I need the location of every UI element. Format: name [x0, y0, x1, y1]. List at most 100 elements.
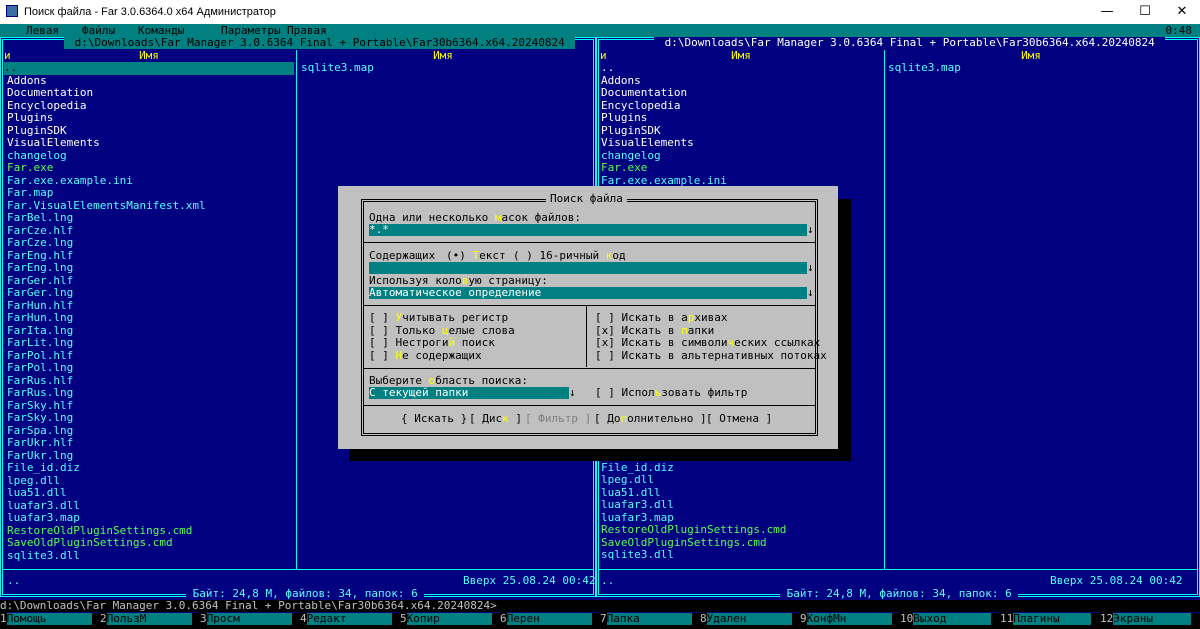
search-area-select[interactable]: С текущей папки	[369, 387, 569, 399]
contains-input[interactable]	[369, 262, 807, 274]
file-item[interactable]: luafar3.map	[7, 511, 80, 525]
codepage-dropdown-arrow-icon[interactable]: ↓	[807, 287, 814, 299]
fkey-1[interactable]: 1Помощь	[0, 612, 92, 625]
area-dropdown-arrow-icon[interactable]: ↓	[569, 387, 576, 399]
search-button[interactable]: { Искать }	[401, 413, 467, 425]
file-item[interactable]: VisualElements	[7, 136, 100, 150]
fkey-number: 11	[1000, 612, 1014, 625]
file-item[interactable]: FarLit.lng	[7, 336, 73, 350]
fkey-label: Перен	[506, 613, 592, 625]
file-item[interactable]: lua51.dll	[7, 486, 67, 500]
contains-label: Содержащих	[369, 249, 436, 262]
file-item[interactable]: ..	[601, 61, 614, 75]
dialog-separator-4	[364, 405, 815, 406]
fkey-8[interactable]: 8Удален	[700, 612, 792, 625]
file-item[interactable]: FarRus.lng	[7, 386, 73, 400]
whole-words-checkbox[interactable]: [ ] Только целые слова	[369, 324, 515, 337]
left-file-item-col2[interactable]: sqlite3.map	[301, 61, 374, 75]
fkey-7[interactable]: 7Папка	[600, 612, 692, 625]
fkey-3[interactable]: 3Просм	[200, 612, 292, 625]
left-col-header-name1: Имя	[139, 49, 159, 62]
fkey-6[interactable]: 6Перен	[500, 612, 592, 625]
fkey-9[interactable]: 9КонфМн	[800, 612, 892, 625]
use-filter-checkbox[interactable]: [ ] Использовать фильтр	[595, 387, 747, 399]
file-item[interactable]: Documentation	[601, 86, 687, 100]
dialog-separator-2	[364, 305, 815, 306]
contains-history-arrow-icon[interactable]: ↓	[807, 262, 814, 274]
fkey-2[interactable]: 2ПользМ	[100, 612, 192, 625]
hex-radio[interactable]: ( ) 16-ричный код	[513, 250, 626, 262]
file-item[interactable]: FarGer.lng	[7, 286, 73, 300]
fkey-label: Просм	[206, 613, 292, 625]
right-status-info: Вверх 25.08.24 00:42	[1050, 574, 1183, 587]
file-item[interactable]: luafar3.dll	[601, 498, 674, 512]
advanced-button[interactable]: [ Дополнительно ]	[594, 413, 707, 425]
fkey-number: 8	[700, 612, 707, 625]
fkey-10[interactable]: 10Выход	[900, 612, 992, 625]
text-radio[interactable]: (•) Текст	[446, 250, 506, 262]
fkey-label: Удален	[706, 613, 792, 625]
right-col-header-name1: Имя	[731, 49, 751, 62]
file-item[interactable]: sqlite3.dll	[601, 548, 674, 562]
file-item[interactable]: Far.map	[7, 186, 53, 200]
fkey-label: Редакт	[306, 613, 392, 625]
left-status-separator	[3, 569, 593, 570]
file-item[interactable]: Far.exe	[601, 161, 647, 175]
fuzzy-search-checkbox[interactable]: [ ] Нестрогий поиск	[369, 337, 495, 349]
fkey-number: 10	[900, 612, 914, 625]
file-item[interactable]: lpeg.dll	[601, 473, 654, 487]
fkey-5[interactable]: 5Копир	[400, 612, 492, 625]
not-containing-checkbox[interactable]: [ ] Не содержащих	[369, 349, 482, 362]
right-panel-path[interactable]: d:\Downloads\Far Manager 3.0.6364 Final …	[654, 37, 1166, 49]
fkey-number: 4	[300, 612, 307, 625]
left-status-name: ..	[7, 574, 21, 587]
fkey-number: 5	[400, 612, 407, 625]
fkey-number: 9	[800, 612, 807, 625]
file-item[interactable]: FarEng.lng	[7, 261, 73, 275]
drive-button[interactable]: [ Диск ]	[469, 413, 522, 425]
left-selected-item[interactable]: ..	[4, 61, 294, 75]
file-item[interactable]: Far.exe	[7, 161, 53, 175]
file-item[interactable]: FarUkr.hlf	[7, 436, 73, 450]
cancel-button[interactable]: [ Отмена ]	[706, 413, 772, 425]
maximize-button[interactable]: ☐	[1130, 2, 1160, 22]
file-item[interactable]: sqlite3.dll	[7, 549, 80, 563]
codepage-select[interactable]: Автоматическое определение	[369, 287, 807, 299]
left-panel-path[interactable]: d:\Downloads\Far Manager 3.0.6364 Final …	[64, 37, 576, 49]
file-item[interactable]: FarPol.lng	[7, 361, 73, 375]
fkey-label: Экраны	[1113, 613, 1192, 625]
file-item[interactable]: File_id.diz	[7, 461, 80, 475]
fkey-4[interactable]: 4Редакт	[300, 612, 392, 625]
file-item[interactable]: FarSky.lng	[7, 411, 73, 425]
file-item[interactable]: Plugins	[7, 111, 53, 125]
file-item[interactable]: FarHun.lng	[7, 311, 73, 325]
minimize-button[interactable]: —	[1092, 2, 1122, 22]
mask-input[interactable]: *.*	[369, 224, 807, 236]
menu-left[interactable]: Левая	[26, 24, 59, 37]
fkey-12[interactable]: 12Экраны	[1100, 612, 1192, 625]
command-line[interactable]: d:\Downloads\Far Manager 3.0.6364 Final …	[0, 600, 1200, 612]
search-archives-checkbox[interactable]: [ ] Искать в архивах	[595, 312, 727, 324]
right-file-item-col2[interactable]: sqlite3.map	[888, 61, 961, 75]
search-streams-checkbox[interactable]: [ ] Искать в альтернативных потоках	[595, 349, 827, 362]
file-item[interactable]: Plugins	[601, 111, 647, 125]
file-item[interactable]: SaveOldPluginSettings.cmd	[7, 536, 173, 550]
file-item[interactable]: Documentation	[7, 86, 93, 100]
close-button[interactable]: ✕	[1167, 2, 1197, 22]
fkey-label: Папка	[606, 613, 692, 625]
filter-button[interactable]: [ Фильтр ]	[525, 413, 591, 425]
dialog-separator-1	[364, 242, 815, 243]
fkey-label: Копир	[406, 613, 492, 625]
search-folders-checkbox[interactable]: [x] Искать в папки	[595, 324, 714, 337]
file-item[interactable]: RestoreOldPluginSettings.cmd	[601, 523, 786, 537]
file-item[interactable]: FarBel.lng	[7, 211, 73, 225]
fkey-label: Выход	[913, 613, 992, 625]
right-column-separator	[884, 50, 885, 569]
search-symlinks-checkbox[interactable]: [x] Искать в символических ссылках	[595, 337, 820, 349]
file-item[interactable]: FarCze.lng	[7, 236, 73, 250]
mask-history-arrow-icon[interactable]: ↓	[807, 224, 814, 236]
fkey-11[interactable]: 11Плагины	[1000, 612, 1092, 625]
match-case-checkbox[interactable]: [ ] Учитывать регистр	[369, 312, 508, 324]
file-item[interactable]: VisualElements	[601, 136, 694, 150]
fkey-number: 1	[0, 612, 7, 625]
